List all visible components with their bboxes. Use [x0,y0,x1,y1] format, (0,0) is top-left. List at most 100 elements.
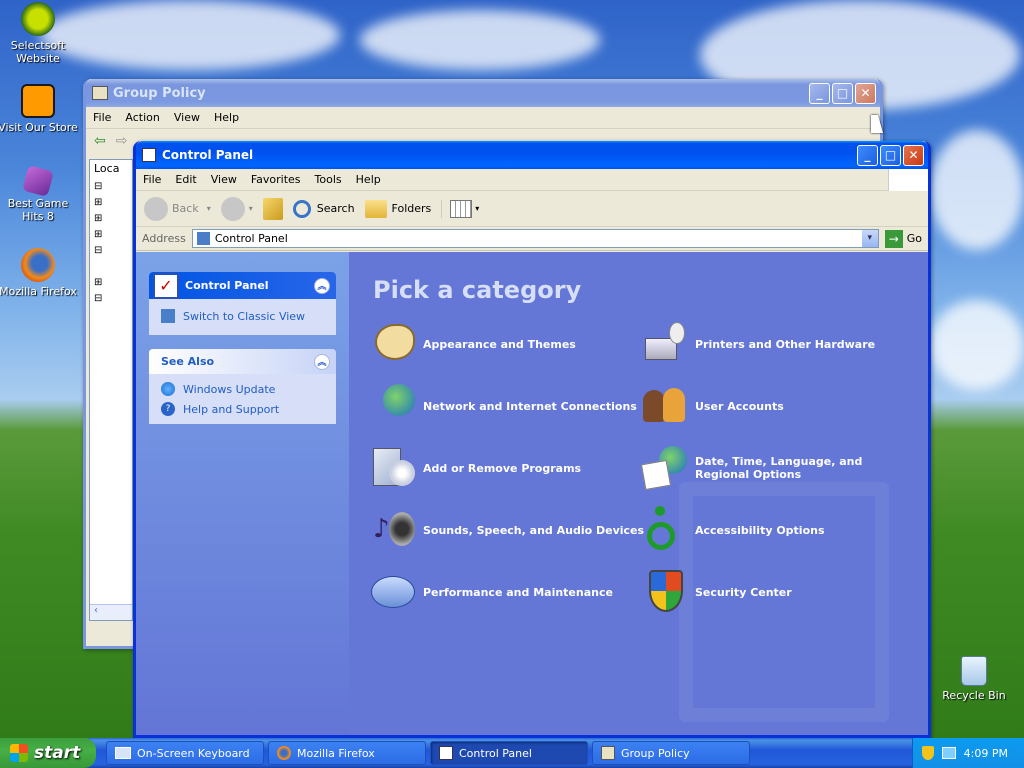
system-tray: 4:09 PM [912,738,1024,768]
category-performance[interactable]: Performance and Maintenance [369,568,613,616]
menu-help[interactable]: Help [207,111,246,124]
maximize-button[interactable]: □ [832,82,853,104]
address-dropdown-button[interactable]: ▾ [861,230,878,247]
category-accessibility[interactable]: Accessibility Options [641,506,825,554]
forward-button[interactable]: ▾ [220,196,253,221]
category-label: Performance and Maintenance [423,585,613,599]
switch-classic-link[interactable]: Switch to Classic View [149,299,336,335]
menu-file[interactable]: File [136,173,168,186]
cloud [360,10,600,70]
search-label: Search [316,202,355,215]
clock[interactable]: 4:09 PM [964,747,1008,760]
forward-arrow-icon[interactable]: ⇨ [116,133,128,149]
close-button[interactable]: ✕ [855,82,876,104]
tree-root[interactable]: Loca [94,162,128,175]
category-date-time[interactable]: Date, Time, Language, and Regional Optio… [640,444,911,492]
category-sounds[interactable]: ♪ Sounds, Speech, and Audio Devices [369,506,644,554]
menu-action[interactable]: Action [118,111,166,124]
desktop-icon-game[interactable]: Best Game Hits 8 [0,165,78,223]
collapse-chevron-icon[interactable]: ︽ [314,277,330,294]
search-button[interactable]: Search [292,199,355,218]
menu-file[interactable]: File [86,111,118,124]
help-icon: ? [161,402,175,416]
control-panel-box-header[interactable]: ✓ Control Panel ︽ [149,272,336,299]
task-control-panel[interactable]: Control Panel [430,741,588,765]
cloud [930,300,1024,390]
firefox-icon [277,746,291,760]
tree-expander[interactable]: ⊟ ⊞ ⊞ ⊞ ⊟ ⊞ ⊟ [94,179,128,307]
go-button[interactable]: → Go [884,229,922,248]
menu-view[interactable]: View [204,173,244,186]
control-panel-menubar: File Edit View Favorites Tools Help [136,169,928,191]
category-add-remove[interactable]: Add or Remove Programs [369,444,581,492]
help-support-link[interactable]: ? Help and Support [161,402,326,416]
category-label: Date, Time, Language, and Regional Optio… [695,455,863,481]
control-panel-window[interactable]: Control Panel _ □ ✕ File Edit View Favor… [133,141,931,738]
category-network[interactable]: Network and Internet Connections [369,382,637,430]
see-also-header[interactable]: See Also ︽ [149,349,336,374]
menu-edit[interactable]: Edit [168,173,203,186]
address-field[interactable]: Control Panel ▾ [191,229,879,248]
back-button[interactable]: Back ▾ [144,196,211,221]
task-pane: ✓ Control Panel ︽ Switch to Classic View… [136,252,349,735]
classic-view-icon [161,309,175,323]
group-policy-titlebar[interactable]: Group Policy _ □ ✕ [86,79,880,107]
task-firefox[interactable]: Mozilla Firefox [268,741,426,765]
see-also-list: Windows Update ? Help and Support [149,374,336,424]
category-appearance[interactable]: Appearance and Themes [369,320,576,368]
printer-mouse-icon [641,320,689,368]
go-arrow-icon: → [884,229,903,248]
control-panel-checkmark-icon: ✓ [153,272,179,299]
desktop-icon-recycle-bin[interactable]: Recycle Bin [934,656,1014,702]
back-label: Back [172,202,199,215]
menu-help[interactable]: Help [349,173,388,186]
category-security-center[interactable]: Security Center [641,568,792,616]
menu-tools[interactable]: Tools [308,173,349,186]
desktop-icon-store[interactable]: Visit Our Store [0,84,78,134]
control-panel-titlebar[interactable]: Control Panel _ □ ✕ [136,141,928,169]
windows-update-icon [161,382,175,396]
maximize-button[interactable]: □ [880,144,901,166]
window-title: Group Policy [113,85,206,101]
desktop-icon-selectsoft[interactable]: Selectsoft Website [0,2,78,65]
horizontal-scrollbar[interactable]: ‹ [90,604,132,620]
security-shield-icon [641,568,689,616]
desktop-icon-label: Best Game Hits 8 [7,197,69,223]
task-on-screen-keyboard[interactable]: On-Screen Keyboard [106,741,264,765]
group-policy-tree: Loca ⊟ ⊞ ⊞ ⊞ ⊟ ⊞ ⊟ ‹ [89,159,133,621]
taskbar: start On-Screen Keyboard Mozilla Firefox… [0,738,1024,768]
see-also-title: See Also [161,355,215,368]
views-button[interactable]: ▾ [441,199,479,218]
up-folder-button[interactable] [262,197,283,220]
minimize-button[interactable]: _ [857,144,878,166]
folders-button[interactable]: Folders [364,199,431,218]
menu-favorites[interactable]: Favorites [244,173,308,186]
start-label: start [34,743,81,763]
add-remove-box-icon [369,444,417,492]
windows-update-label: Windows Update [183,382,276,396]
minimize-button[interactable]: _ [809,82,830,104]
collapse-chevron-icon[interactable]: ︽ [314,353,330,370]
security-shield-tray-icon[interactable] [921,746,934,760]
appearance-palette-icon [369,320,417,368]
task-group-policy[interactable]: Group Policy [592,741,750,765]
date-time-globe-icon [640,444,689,492]
address-label: Address [142,232,186,245]
group-policy-small-icon [601,746,615,760]
windows-update-link[interactable]: Windows Update [161,382,326,396]
category-label: Appearance and Themes [423,337,576,351]
back-arrow-icon[interactable]: ⇦ [94,133,106,149]
network-tray-icon[interactable] [941,747,956,759]
category-area: Pick a category Appearance and Themes Ne… [349,252,928,735]
desktop-icon-firefox[interactable]: Mozilla Firefox [0,248,78,298]
address-value: Control Panel [214,232,288,245]
category-user-accounts[interactable]: User Accounts [641,382,784,430]
windows-logo-icon [888,169,928,191]
start-button[interactable]: start [0,738,96,768]
performance-chart-icon [369,568,417,616]
forward-arrow-icon [220,196,245,221]
category-printers[interactable]: Printers and Other Hardware [641,320,875,368]
keyboard-icon [115,747,131,759]
menu-view[interactable]: View [167,111,207,124]
close-button[interactable]: ✕ [903,144,924,166]
